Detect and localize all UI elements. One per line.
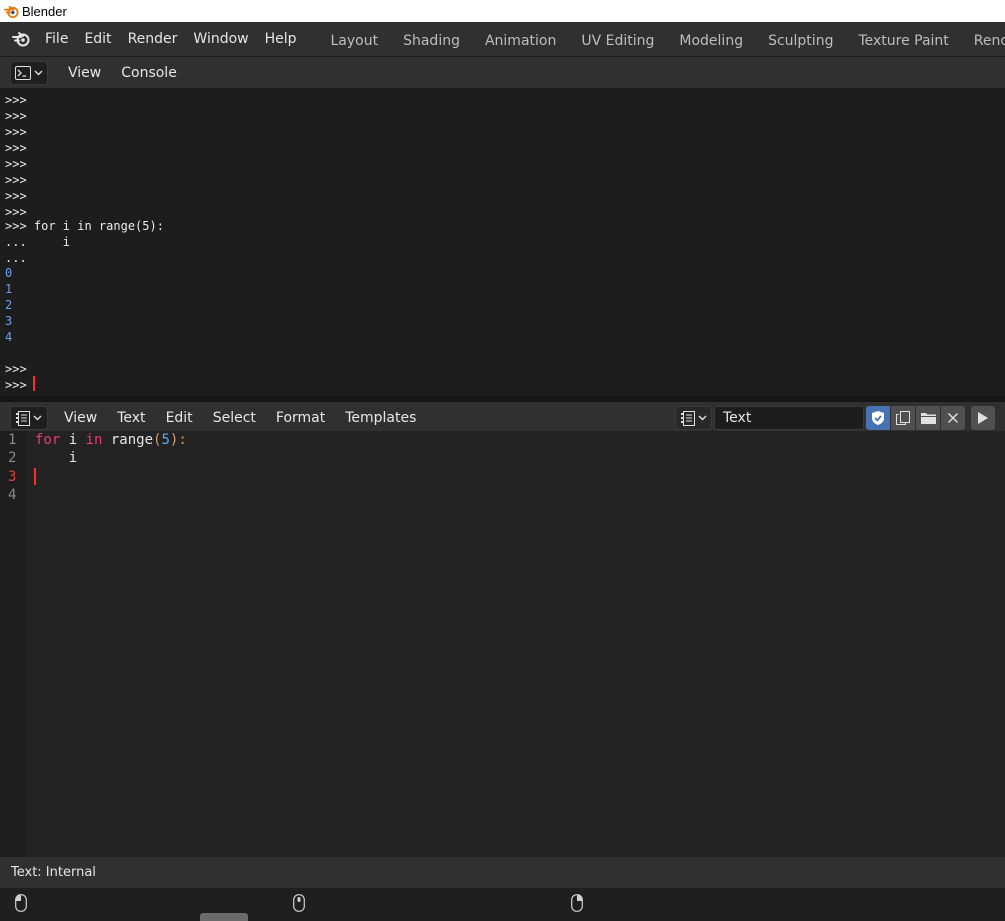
fake-user-button[interactable] <box>866 406 890 430</box>
console-output-line: 2 <box>5 298 13 312</box>
duplicate-icon <box>896 411 910 425</box>
keyword-token: for <box>35 432 61 448</box>
console-menu-view[interactable]: View <box>58 65 111 81</box>
line-number: 4 <box>8 487 17 503</box>
console-prompt-line: >>> <box>5 378 27 392</box>
line-number-gutter: 1 2 3 4 <box>0 431 26 857</box>
text-menu-text[interactable]: Text <box>107 410 155 426</box>
mouse-right-icon <box>571 894 583 912</box>
console-line: >>> <box>5 173 27 187</box>
code-line: for i in range(5): <box>35 431 187 449</box>
menu-file[interactable]: File <box>37 22 76 56</box>
console-line: >>> <box>5 189 27 203</box>
menu-window[interactable]: Window <box>185 22 256 56</box>
text-menu-select[interactable]: Select <box>203 410 266 426</box>
text-editor-icon <box>16 410 30 426</box>
mouse-middle-icon <box>293 894 305 912</box>
line-number: 2 <box>8 450 17 466</box>
text-editor-footer: Text: Internal <box>0 857 1005 888</box>
console-editor-icon <box>15 66 31 80</box>
text-cursor <box>34 468 36 485</box>
text-menu-templates[interactable]: Templates <box>335 410 426 426</box>
shield-icon <box>872 411 884 425</box>
number-token: 5 <box>161 432 170 448</box>
line-number: 1 <box>8 432 17 448</box>
folder-icon <box>920 413 936 424</box>
blender-logo-icon <box>3 3 19 19</box>
console-menu-console[interactable]: Console <box>111 65 187 81</box>
console-output-line: 0 <box>5 266 13 280</box>
text-menu-view[interactable]: View <box>54 410 107 426</box>
console-output-line: 3 <box>5 314 13 328</box>
console-output-line: 4 <box>5 330 13 344</box>
menu-edit[interactable]: Edit <box>76 22 119 56</box>
code-token: range <box>102 432 154 448</box>
editor-type-selector[interactable] <box>10 61 48 85</box>
console-text-cursor <box>33 376 35 391</box>
code-token: i <box>60 432 86 448</box>
console-line: >>> <box>5 141 27 155</box>
editor-type-selector[interactable] <box>10 406 48 430</box>
console-header: View Console <box>0 56 1005 89</box>
text-menu-format[interactable]: Format <box>266 410 335 426</box>
tab-sculpting[interactable]: Sculpting <box>756 22 846 56</box>
close-icon <box>948 413 958 423</box>
status-text: Text: Internal <box>11 865 96 880</box>
console-line: >>> <box>5 157 27 171</box>
horizontal-scrollbar[interactable] <box>200 913 248 921</box>
run-script-button[interactable] <box>971 406 995 430</box>
keyword-token: in <box>85 432 103 448</box>
browse-text-button[interactable] <box>675 406 712 430</box>
tab-modeling[interactable]: Modeling <box>667 22 756 56</box>
code-line: i <box>35 450 78 466</box>
unlink-text-button[interactable] <box>941 406 965 430</box>
tab-texture-paint[interactable]: Texture Paint <box>846 22 961 56</box>
console-line: >>> <box>5 362 27 376</box>
text-name-field[interactable]: Text <box>714 406 864 430</box>
window-title: Blender <box>22 3 67 19</box>
tab-rendering[interactable]: Rendering <box>961 22 1005 56</box>
text-editor-header: View Text Edit Select Format Templates T… <box>0 399 1005 434</box>
python-console[interactable]: >>> >>> >>> >>> >>> >>> >>> >>> >>> for … <box>0 88 1005 396</box>
text-editor-area[interactable]: 1 2 3 4 for i in range(5): i <box>0 431 1005 857</box>
chevron-down-icon <box>698 415 706 421</box>
console-line: ... <box>5 251 27 265</box>
new-text-button[interactable] <box>891 406 915 430</box>
text-document-icon <box>680 410 695 426</box>
window-titlebar: Blender <box>0 0 1005 22</box>
console-line: ... i <box>5 235 71 249</box>
text-datablock-controls: Text <box>675 402 1005 434</box>
text-menu-edit[interactable]: Edit <box>156 410 203 426</box>
console-line: >>> <box>5 93 27 107</box>
punct-token: ): <box>169 432 187 448</box>
console-line: >>> <box>5 109 27 123</box>
blender-menu-icon[interactable] <box>9 27 33 51</box>
console-output-line: 1 <box>5 282 13 296</box>
tab-uv-editing[interactable]: UV Editing <box>569 22 667 56</box>
mouse-left-icon <box>15 894 27 912</box>
play-icon <box>978 412 988 424</box>
status-bar <box>0 888 1005 921</box>
tab-layout[interactable]: Layout <box>318 22 391 56</box>
tab-animation[interactable]: Animation <box>472 22 568 56</box>
menu-render[interactable]: Render <box>120 22 186 56</box>
chevron-down-icon <box>33 415 42 421</box>
console-line: >>> for i in range(5): <box>5 219 164 233</box>
top-menu-bar: File Edit Render Window Help Layout Shad… <box>0 22 1005 56</box>
open-text-button[interactable] <box>916 406 940 430</box>
chevron-down-icon <box>34 70 43 76</box>
line-number-current: 3 <box>8 469 17 485</box>
console-line: >>> <box>5 125 27 139</box>
menu-help[interactable]: Help <box>257 22 305 56</box>
workspace-tabs: Layout Shading Animation UV Editing Mode… <box>318 22 1005 56</box>
tab-shading[interactable]: Shading <box>391 22 473 56</box>
